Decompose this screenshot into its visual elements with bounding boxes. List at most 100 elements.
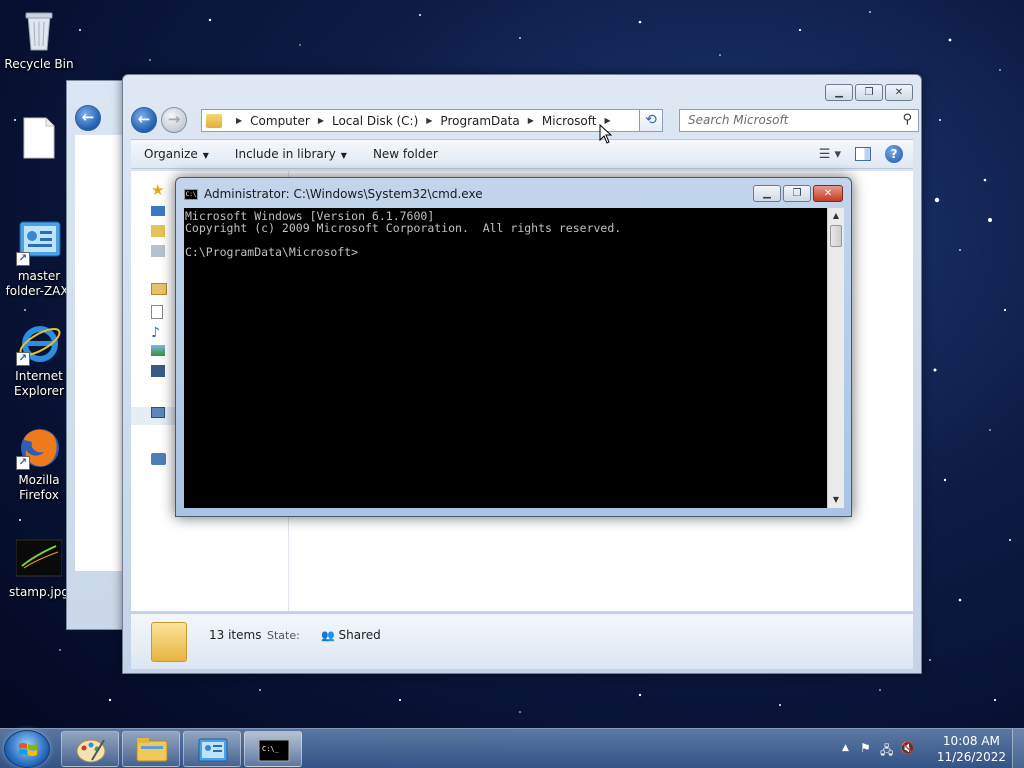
svg-text:C:\_: C:\_ (262, 745, 280, 753)
documents-icon (151, 305, 163, 319)
blank-file-icon (16, 116, 62, 162)
music-icon: ♪ (151, 325, 160, 341)
shortcut-arrow-icon: ↗ (16, 456, 30, 470)
desktop-icon-firefox[interactable]: ↗ Mozilla Firefox (4, 424, 74, 503)
shared-users-icon: 👥 (321, 629, 335, 642)
folder-large-icon (151, 622, 187, 662)
console-line: Copyright (c) 2009 Microsoft Corporation… (185, 221, 622, 235)
close-button[interactable]: ✕ (885, 84, 913, 101)
taskbar-control-panel[interactable] (183, 731, 241, 767)
command-bar: Organize ▼ Include in library ▼ New folder… (131, 139, 913, 169)
search-placeholder: Search Microsoft (688, 113, 789, 127)
navigation-bar: ← → ▶ Computer ▶ Local Disk (C:) ▶ Progr… (131, 105, 919, 135)
firefox-icon: ↗ (16, 424, 62, 470)
cmd-minimize-button[interactable]: ▁ (753, 185, 781, 202)
cmd-title: Administrator: C:\Windows\System32\cmd.e… (204, 187, 483, 201)
system-tray: ▲ ⚑ 🖧 🔇 10:08 AM 11/26/2022 (834, 729, 1024, 768)
taskbar: C:\_ ▲ ⚑ 🖧 🔇 10:08 AM 11/26/2022 (0, 728, 1024, 768)
window-controls: ▁ ❐ ✕ (825, 84, 913, 101)
cmd-window-controls: ▁ ❐ ✕ (753, 185, 843, 202)
search-icon[interactable]: ⚲ (902, 112, 912, 127)
desktop-icon-file[interactable] (4, 116, 74, 165)
taskbar-explorer[interactable] (122, 731, 180, 767)
console-scrollbar[interactable]: ▲ ▼ (827, 208, 844, 508)
forward-button[interactable]: → (161, 107, 187, 133)
refresh-button[interactable]: ⟲ (639, 109, 663, 132)
desktop-icon-label: stamp.jpg (9, 585, 69, 599)
console-prompt[interactable]: C:\ProgramData\Microsoft> (185, 246, 826, 258)
breadcrumb-programdata[interactable]: ProgramData (440, 114, 519, 128)
breadcrumb-microsoft[interactable]: Microsoft (542, 114, 597, 128)
desktop-icon-recycle-bin[interactable]: Recycle Bin (4, 8, 74, 72)
control-panel-icon: ↗ (16, 220, 62, 266)
network-icon (151, 453, 166, 465)
image-file-icon (15, 536, 63, 582)
state-value: 👥 Shared (321, 628, 381, 642)
mouse-cursor-icon (599, 124, 613, 144)
back-button[interactable]: ← (75, 105, 101, 131)
new-folder-button[interactable]: New folder (360, 147, 451, 161)
organize-button[interactable]: Organize ▼ (131, 147, 222, 161)
desktop-icon (151, 206, 165, 216)
cmd-close-button[interactable]: ✕ (813, 185, 843, 202)
start-button[interactable] (4, 730, 50, 768)
item-count: 13 items (209, 628, 262, 642)
network-icon[interactable]: 🖧 (880, 741, 893, 762)
help-icon[interactable]: ? (885, 145, 903, 163)
star-icon: ★ (151, 181, 165, 199)
cmd-window[interactable]: C:\ Administrator: C:\Windows\System32\c… (175, 177, 852, 517)
view-options-icon[interactable]: ☰ ▾ (819, 147, 841, 162)
computer-icon (151, 407, 165, 418)
taskbar-cmd[interactable]: C:\_ (244, 731, 302, 767)
desktop-icon-internet-explorer[interactable]: ↗ Internet Explorer (4, 320, 74, 399)
state-label: State: (267, 629, 300, 642)
breadcrumb-local-disk[interactable]: Local Disk (C:) (332, 114, 418, 128)
action-center-flag-icon[interactable]: ⚑ (860, 741, 871, 755)
show-desktop-button[interactable] (1012, 729, 1024, 768)
cmd-titlebar[interactable]: C:\ Administrator: C:\Windows\System32\c… (184, 186, 483, 202)
paint-icon (76, 739, 106, 763)
desktop-icon-master-folder[interactable]: ↗ master folder-ZAX. (4, 220, 74, 299)
recent-places-icon (151, 245, 165, 257)
clock-time: 10:08 AM (942, 734, 1000, 748)
desktop-icon-label: Mozilla Firefox (18, 473, 60, 502)
library-icon (151, 283, 167, 295)
videos-icon (151, 365, 165, 377)
pictures-icon (151, 345, 165, 356)
desktop-icon-stamp-jpg[interactable]: stamp.jpg (4, 536, 74, 600)
downloads-icon (151, 225, 165, 237)
scroll-down-arrow-icon[interactable]: ▼ (828, 492, 844, 508)
folder-icon (136, 738, 168, 762)
scroll-up-arrow-icon[interactable]: ▲ (828, 208, 844, 224)
control-panel-icon (198, 738, 228, 762)
preview-pane-icon[interactable] (855, 147, 871, 161)
show-hidden-icons-icon[interactable]: ▲ (842, 743, 849, 753)
breadcrumb-computer[interactable]: Computer (250, 114, 310, 128)
shortcut-arrow-icon: ↗ (16, 352, 30, 366)
folder-icon (206, 113, 222, 128)
include-in-library-button[interactable]: Include in library ▼ (222, 147, 360, 161)
clock-date: 11/26/2022 (936, 750, 1006, 764)
clock[interactable]: 10:08 AM 11/26/2022 (937, 733, 1006, 765)
address-bar[interactable]: ▶ Computer ▶ Local Disk (C:) ▶ ProgramDa… (201, 109, 663, 132)
breadcrumb: ▶ Computer ▶ Local Disk (C:) ▶ ProgramDa… (236, 113, 611, 128)
minimize-button[interactable]: ▁ (825, 84, 853, 101)
details-pane: 13 items State: 👥 Shared (131, 613, 913, 669)
recycle-bin-icon (16, 8, 62, 54)
cmd-maximize-button[interactable]: ❐ (783, 185, 811, 202)
search-box[interactable]: Search Microsoft ⚲ (679, 109, 919, 132)
internet-explorer-icon: ↗ (16, 320, 62, 366)
desktop-icon-label: Internet Explorer (14, 369, 64, 398)
desktop-icon-label: master folder-ZAX. (5, 269, 73, 298)
scroll-thumb[interactable] (830, 225, 842, 247)
taskbar-paint[interactable] (61, 731, 119, 767)
console-output[interactable]: Microsoft Windows [Version 6.1.7600] Copy… (184, 208, 827, 508)
back-button[interactable]: ← (131, 107, 157, 133)
desktop-icon-label: Recycle Bin (4, 57, 74, 71)
cmd-icon: C:\_ (258, 739, 290, 762)
volume-muted-icon[interactable]: 🔇 (900, 741, 915, 755)
cmd-icon: C:\ (184, 188, 198, 200)
shortcut-arrow-icon: ↗ (16, 252, 30, 266)
maximize-button[interactable]: ❐ (855, 84, 883, 101)
windows-logo-icon (19, 743, 37, 756)
